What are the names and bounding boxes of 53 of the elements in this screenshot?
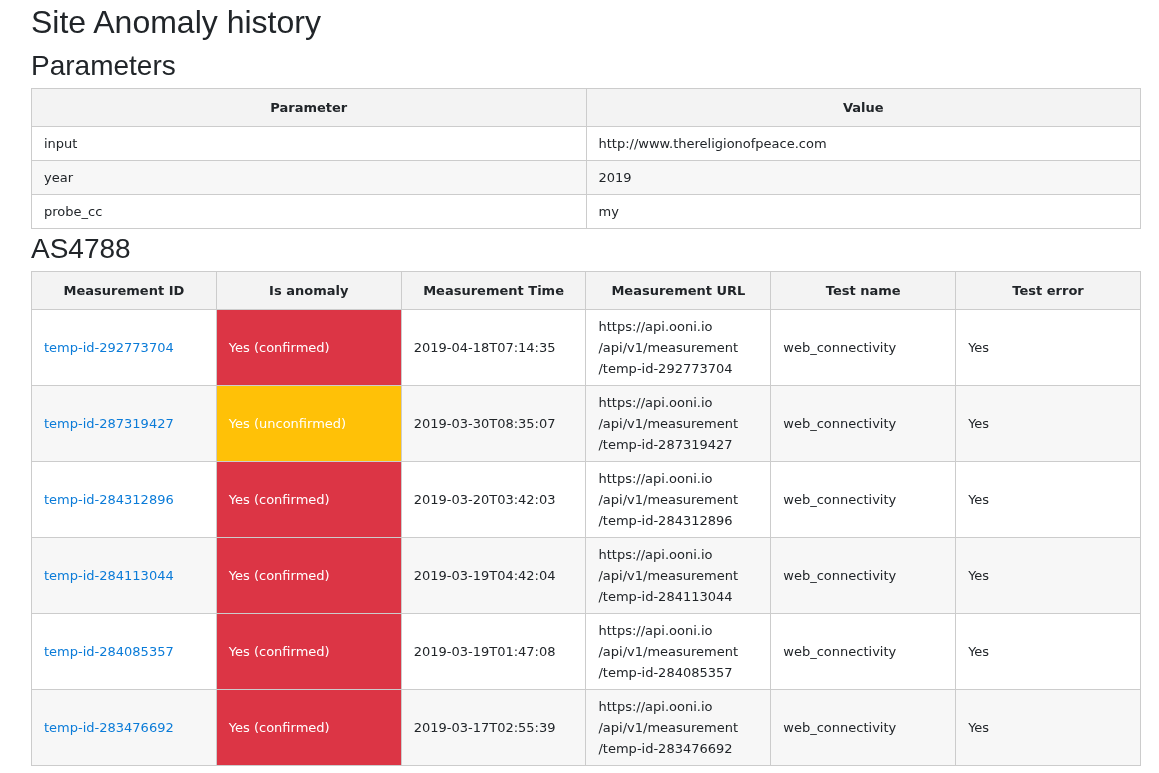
- measurement-link[interactable]: temp-id-287319427: [44, 416, 174, 431]
- url-cell: https://api.ooni.io /api/v1/measurement /temp-id-283476692: [586, 689, 771, 766]
- table-cell: probe_cc: [31, 194, 586, 229]
- anomaly-cell: Yes (confirmed): [216, 461, 402, 538]
- column-header: Measurement Time: [401, 271, 586, 310]
- table-cell: web_connectivity: [770, 461, 956, 538]
- table-cell: web_connectivity: [770, 309, 956, 386]
- table-cell: web_connectivity: [770, 613, 956, 690]
- measurement-link[interactable]: temp-id-292773704: [44, 340, 174, 355]
- table-cell: Yes: [955, 689, 1141, 766]
- measurement-link[interactable]: temp-id-284312896: [44, 492, 174, 507]
- table-cell: Yes: [955, 613, 1141, 690]
- table-cell: 2019-04-18T07:14:35: [401, 309, 586, 386]
- column-header: Test name: [770, 271, 956, 310]
- table-cell: year: [31, 160, 586, 195]
- table-cell: 2019-03-19T01:47:08: [401, 613, 586, 690]
- table-cell: web_connectivity: [770, 537, 956, 614]
- table-cell: input: [31, 126, 586, 161]
- column-header: Parameter: [31, 88, 586, 127]
- url-cell: https://api.ooni.io /api/v1/measurement /temp-id-284312896: [586, 461, 771, 538]
- table-cell: web_connectivity: [770, 689, 956, 766]
- column-header: Measurement ID: [31, 271, 217, 310]
- anomaly-cell: Yes (confirmed): [216, 537, 402, 614]
- measurement-link[interactable]: temp-id-284113044: [44, 568, 174, 583]
- column-header: Measurement URL: [586, 271, 771, 310]
- url-cell: https://api.ooni.io /api/v1/measurement /temp-id-284113044: [586, 537, 771, 614]
- column-header: Test error: [955, 271, 1141, 310]
- table-cell: Yes: [955, 461, 1141, 538]
- column-header: Is anomaly: [216, 271, 402, 310]
- table-cell: 2019-03-30T08:35:07: [401, 385, 586, 462]
- table-cell: 2019-03-17T02:55:39: [401, 689, 586, 766]
- table-cell: my: [586, 194, 1141, 229]
- table-cell: Yes: [955, 385, 1141, 462]
- table-cell: 2019: [586, 160, 1141, 195]
- section-heading: Parameters: [31, 49, 177, 83]
- anomaly-cell: Yes (confirmed): [216, 689, 402, 766]
- page-title: Site Anomaly history: [31, 3, 322, 42]
- anomaly-cell: Yes (confirmed): [216, 309, 402, 386]
- table-cell: Yes: [955, 309, 1141, 386]
- table-cell: 2019-03-19T04:42:04: [401, 537, 586, 614]
- table-cell: Yes: [955, 537, 1141, 614]
- measurement-link[interactable]: temp-id-283476692: [44, 720, 174, 735]
- section-heading: AS4788: [31, 232, 132, 266]
- anomaly-cell: Yes (confirmed): [216, 613, 402, 690]
- url-cell: https://api.ooni.io /api/v1/measurement /temp-id-284085357: [586, 613, 771, 690]
- anomaly-cell: Yes (unconfirmed): [216, 385, 402, 462]
- measurement-link[interactable]: temp-id-284085357: [44, 644, 174, 659]
- column-header: Value: [586, 88, 1141, 127]
- table-cell: web_connectivity: [770, 385, 956, 462]
- table-cell: http://www.thereligionofpeace.com: [586, 126, 1141, 161]
- url-cell: https://api.ooni.io /api/v1/measurement /temp-id-287319427: [586, 385, 771, 462]
- table-cell: 2019-03-20T03:42:03: [401, 461, 586, 538]
- url-cell: https://api.ooni.io /api/v1/measurement /temp-id-292773704: [586, 309, 771, 386]
